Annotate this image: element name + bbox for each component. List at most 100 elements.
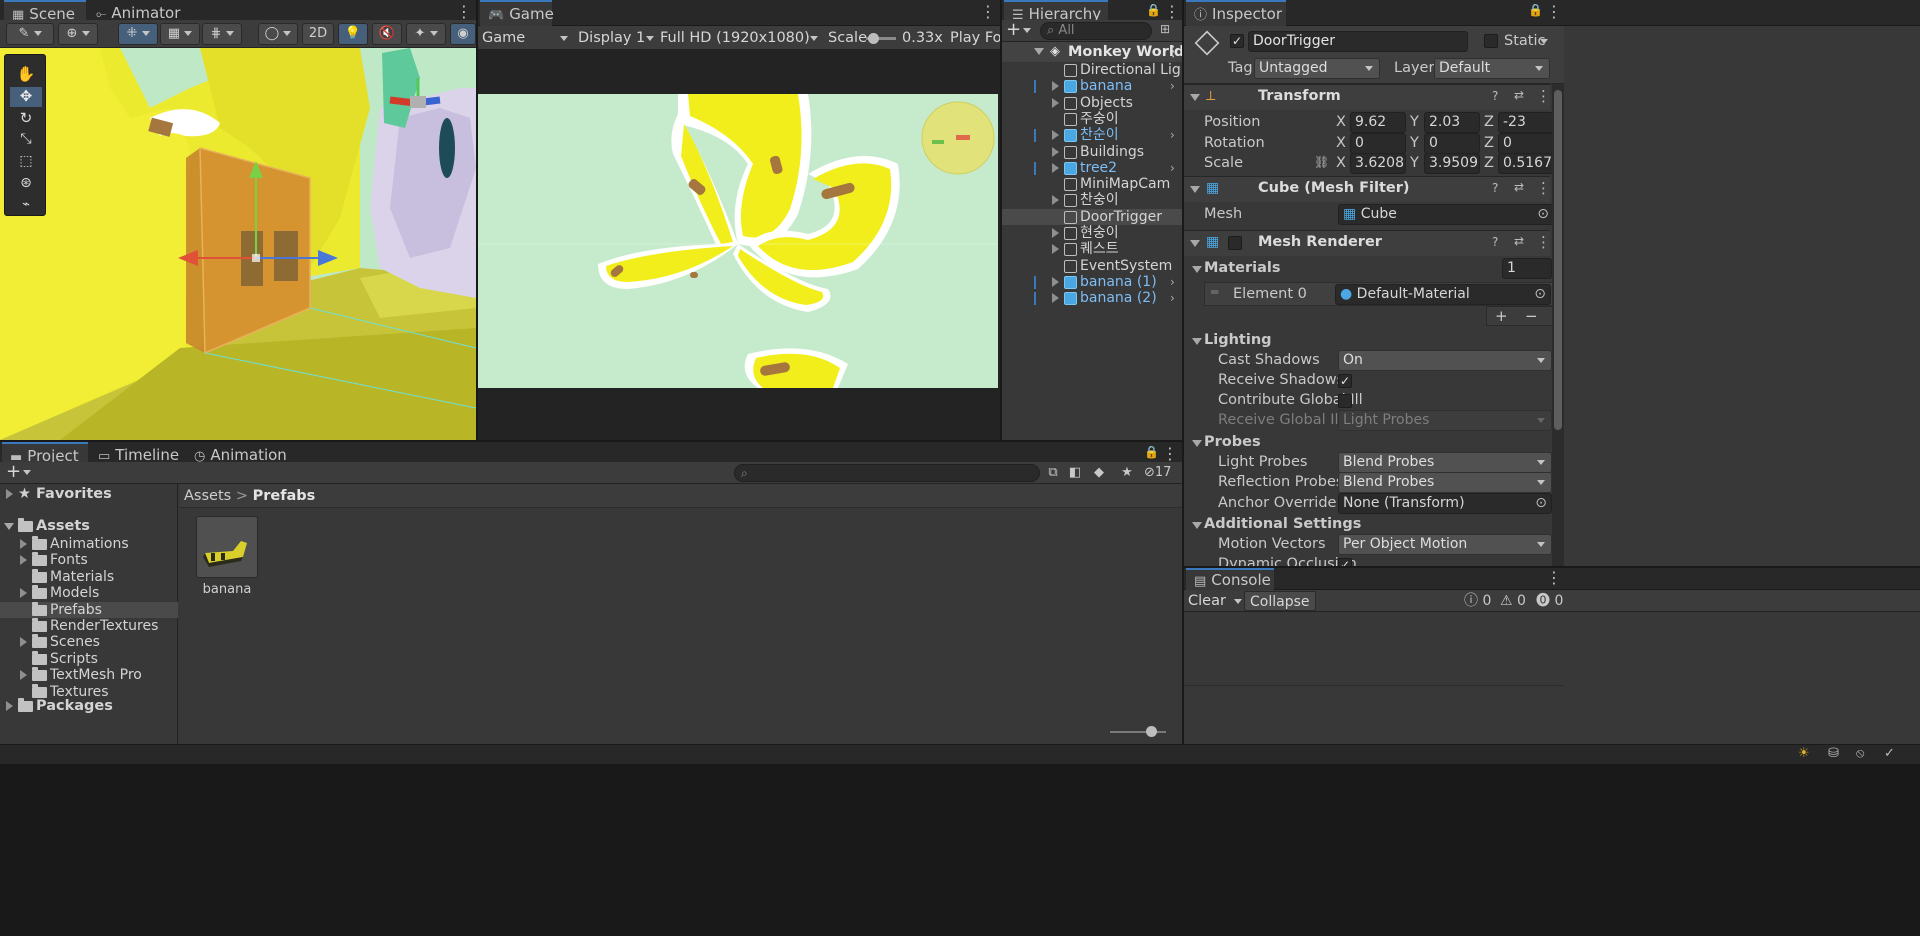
asset-folder-item[interactable]: Fonts bbox=[0, 552, 178, 568]
hierarchy-item[interactable]: banana › bbox=[1002, 78, 1182, 94]
position-y-field[interactable]: 2.03 bbox=[1424, 112, 1480, 133]
console-collapse-button[interactable]: Collapse bbox=[1244, 591, 1316, 611]
draw-mode-button[interactable]: ✎ bbox=[6, 23, 54, 45]
asset-folder-item[interactable]: Materials bbox=[0, 568, 178, 585]
object-name-field[interactable]: DoorTrigger bbox=[1248, 31, 1468, 52]
expand-arrow-icon[interactable] bbox=[1034, 48, 1044, 55]
active-checkbox[interactable]: ✓ bbox=[1230, 34, 1244, 48]
help-icon[interactable]: ? bbox=[1492, 235, 1498, 249]
hierarchy-item[interactable]: Buildings bbox=[1002, 144, 1182, 160]
favorite-star-icon[interactable]: ★ bbox=[1118, 464, 1136, 482]
game-menu-icon[interactable]: ⋮ bbox=[980, 2, 996, 22]
inspector-lock-icon[interactable]: 🔒 bbox=[1528, 3, 1543, 17]
snap-increment-button[interactable]: ⋕ bbox=[202, 23, 242, 45]
transform-fold-icon[interactable] bbox=[1190, 94, 1200, 101]
component-menu-icon[interactable]: ⋮ bbox=[1536, 87, 1551, 105]
expand-arrow-icon[interactable] bbox=[6, 701, 13, 711]
error-count-toggle[interactable]: ⓿ 0 bbox=[1536, 590, 1563, 612]
expand-arrow-icon[interactable] bbox=[1052, 293, 1059, 304]
hand-tool-icon[interactable]: ✋ bbox=[10, 65, 42, 85]
console-log-area[interactable] bbox=[1184, 612, 1564, 686]
add-material-button[interactable]: + − bbox=[1486, 306, 1556, 326]
rotation-z-field[interactable]: 0 bbox=[1498, 132, 1554, 154]
motion-vectors-dropdown[interactable]: Per Object Motion bbox=[1338, 534, 1552, 555]
cast-shadows-dropdown[interactable]: On bbox=[1338, 350, 1552, 371]
scene-menu-kebab-icon[interactable]: ⋮ bbox=[1166, 42, 1181, 62]
log-count-toggle[interactable]: ⓘ 0 bbox=[1464, 590, 1491, 612]
object-picker-icon[interactable]: ⊙ bbox=[1534, 285, 1546, 304]
scale-y-field[interactable]: 3.95097 bbox=[1424, 153, 1480, 174]
expand-arrow-icon[interactable] bbox=[20, 588, 27, 599]
contribute-gi-checkbox[interactable] bbox=[1338, 394, 1352, 408]
expand-arrow-icon[interactable] bbox=[20, 539, 27, 549]
move-tool-icon[interactable]: ✥ bbox=[10, 87, 42, 107]
inspector-menu-icon[interactable]: ⋮ bbox=[1546, 2, 1562, 22]
project-lock-icon[interactable]: 🔒 bbox=[1144, 445, 1159, 459]
asset-folder-item[interactable]: RenderTextures bbox=[0, 618, 178, 634]
preset-icon[interactable]: ⇄ bbox=[1514, 180, 1524, 194]
component-menu-icon[interactable]: ⋮ bbox=[1536, 179, 1551, 197]
hierarchy-item[interactable]: MiniMapCam bbox=[1002, 176, 1182, 192]
layer-dropdown[interactable]: Default bbox=[1434, 58, 1550, 79]
grid-button[interactable]: ▦ bbox=[160, 23, 200, 45]
hierarchy-item[interactable]: tree2 › bbox=[1002, 160, 1182, 176]
hierarchy-search-input[interactable]: ⌕ All bbox=[1040, 22, 1152, 40]
rotation-y-field[interactable]: 0 bbox=[1424, 132, 1480, 154]
lighting-fold-icon[interactable] bbox=[1192, 338, 1202, 345]
axis-z-label[interactable]: Z bbox=[1484, 112, 1494, 132]
static-dropdown-arrow[interactable] bbox=[1540, 39, 1548, 44]
drag-handle-icon[interactable]: ═ bbox=[1211, 285, 1218, 299]
scale-z-field[interactable]: 0.51674 bbox=[1498, 153, 1554, 174]
check-status-icon[interactable]: ✓ bbox=[1884, 746, 1895, 761]
scene-root-row[interactable]: ◈ Monkey World ⋮ bbox=[1002, 42, 1182, 62]
expand-arrow-icon[interactable] bbox=[1052, 81, 1059, 92]
hierarchy-item[interactable]: Directional Light bbox=[1002, 62, 1182, 78]
inspector-scrollbar-thumb[interactable] bbox=[1554, 90, 1562, 430]
asset-folder-item[interactable]: Prefabs bbox=[0, 601, 178, 618]
hierarchy-item[interactable]: 찬숭이 bbox=[1002, 192, 1182, 208]
tab-inspector[interactable]: ⓘ Inspector bbox=[1186, 0, 1286, 26]
expand-arrow-icon[interactable] bbox=[1052, 244, 1059, 255]
position-x-field[interactable]: 9.62 bbox=[1350, 112, 1406, 133]
mesh-renderer-enabled-checkbox[interactable] bbox=[1228, 236, 1242, 250]
hierarchy-item[interactable]: banana (1) › bbox=[1002, 274, 1182, 290]
rotation-x-field[interactable]: 0 bbox=[1350, 132, 1406, 154]
help-icon[interactable]: ? bbox=[1492, 181, 1498, 195]
scene-viewport[interactable]: ✋ ✥ ↻ ⤡ ⬚ ⊛ ⌁ bbox=[0, 48, 476, 440]
project-search-input[interactable]: ⌕ bbox=[734, 464, 1040, 482]
axis-y-label[interactable]: Y bbox=[1410, 112, 1419, 132]
anchor-override-field[interactable]: None (Transform) ⊙ bbox=[1338, 493, 1552, 514]
expand-arrow-icon[interactable] bbox=[1052, 146, 1059, 157]
hierarchy-item[interactable]: banana (2) › bbox=[1002, 290, 1182, 306]
project-menu-icon[interactable]: ⋮ bbox=[1162, 444, 1178, 464]
effects-toggle-icon[interactable]: ✦ bbox=[406, 23, 446, 45]
tag-dropdown[interactable]: Untagged bbox=[1254, 58, 1380, 79]
favorites-row[interactable]: ★ Favorites bbox=[0, 484, 178, 504]
transform-tool-icon[interactable]: ⊛ bbox=[10, 175, 42, 195]
scale-slider-thumb[interactable] bbox=[868, 33, 879, 44]
open-prefab-chevron-icon[interactable]: › bbox=[1170, 274, 1175, 290]
materials-count-field[interactable]: 1 bbox=[1502, 258, 1552, 279]
search-options-icon[interactable]: ⊞ bbox=[1160, 22, 1176, 40]
lighting-status-icon[interactable]: ☀ bbox=[1798, 746, 1810, 761]
component-menu-icon[interactable]: ⋮ bbox=[1536, 233, 1551, 251]
hierarchy-item[interactable]: 주숭이 bbox=[1002, 111, 1182, 127]
move-snap-button[interactable]: ⁜ bbox=[118, 23, 158, 45]
filter-by-label-icon[interactable]: ◆ bbox=[1090, 464, 1108, 482]
open-prefab-chevron-icon[interactable]: › bbox=[1170, 78, 1175, 94]
hierarchy-item[interactable]: 찬순이 › bbox=[1002, 127, 1182, 143]
dynamic-occlusion-checkbox[interactable]: ✓ bbox=[1338, 558, 1352, 566]
create-add-button[interactable]: + bbox=[1006, 21, 1034, 41]
display-dropdown[interactable]: Display 1 bbox=[578, 26, 656, 50]
expand-arrow-icon[interactable] bbox=[20, 670, 27, 681]
mesh-renderer-header[interactable]: ▦ Mesh Renderer ? ⇄ ⋮ bbox=[1184, 230, 1551, 256]
expand-arrow-icon[interactable] bbox=[1052, 228, 1059, 238]
console-menu-icon[interactable]: ⋮ bbox=[1546, 568, 1562, 588]
asset-item-banana[interactable]: banana bbox=[196, 516, 260, 612]
axis-z-label[interactable]: Z bbox=[1484, 133, 1494, 153]
static-checkbox[interactable] bbox=[1484, 34, 1498, 48]
audio-toggle-icon[interactable]: 🔇 bbox=[372, 23, 402, 45]
view-options-button[interactable]: ⊕ bbox=[58, 23, 98, 45]
scale-tool-icon[interactable]: ⤡ bbox=[10, 131, 42, 151]
project-create-button[interactable]: + bbox=[6, 463, 34, 483]
